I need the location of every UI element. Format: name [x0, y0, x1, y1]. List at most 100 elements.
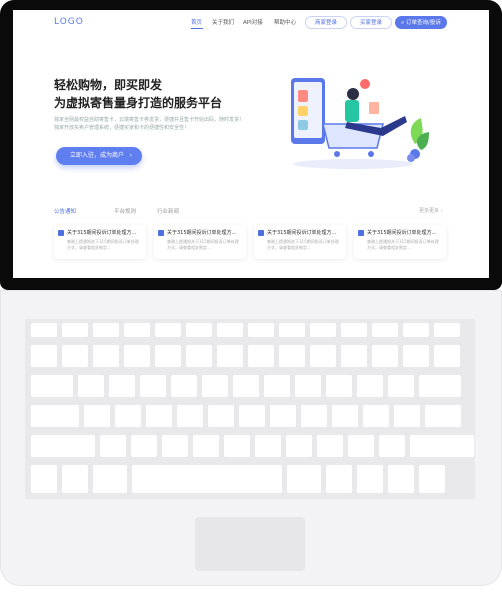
keyboard-key	[434, 345, 460, 367]
keyboard-key	[31, 375, 73, 397]
keyboard-key	[310, 345, 336, 367]
keyboard-key	[93, 465, 127, 493]
keyboard-key	[202, 375, 228, 397]
keyboard-key	[100, 435, 126, 457]
keyboard-key	[84, 405, 110, 427]
notice-card-body: 感谢上提通知关于315期间投诉订单处理方式，请查看相关制定...	[267, 239, 339, 250]
keyboard-key	[186, 323, 212, 337]
check-icon	[58, 230, 64, 236]
hero-title-line1: 轻松购物，即买即发	[54, 78, 163, 92]
keyboard-key	[295, 375, 321, 397]
laptop-lid: LOGO 首页 关于我们 API对接 帮助中心 商家登录 买家登录 ⌕ 订单查询…	[0, 0, 502, 290]
notice-card[interactable]: 关于315期间投诉订单处理方... 感谢上提通知关于315期间投诉订单处理方式，…	[154, 225, 246, 259]
check-icon	[358, 230, 364, 236]
keyboard-key	[62, 345, 88, 367]
laptop-base	[0, 290, 502, 586]
order-query-button[interactable]: ⌕ 订单查询/投诉	[395, 16, 447, 29]
keyboard	[25, 319, 475, 499]
keyboard-key	[286, 435, 312, 457]
notice-card[interactable]: 关于315期间投诉订单处理方... 感谢上提通知关于315期间投诉订单处理方式，…	[254, 225, 346, 259]
keyboard-key	[410, 435, 474, 457]
tab-news[interactable]: 行业新闻	[157, 207, 179, 215]
notice-card-title: 关于315期间投诉订单处理方...	[167, 230, 237, 236]
top-nav: LOGO 首页 关于我们 API对接 帮助中心 商家登录 买家登录 ⌕ 订单查询…	[13, 10, 489, 36]
keyboard-key	[255, 435, 281, 457]
keyboard-key	[279, 323, 305, 337]
nav-help[interactable]: 帮助中心	[274, 18, 296, 26]
keyboard-key	[372, 345, 398, 367]
trackpad[interactable]	[195, 517, 305, 571]
keyboard-key	[155, 345, 181, 367]
keyboard-key	[341, 323, 367, 337]
keyboard-key	[341, 345, 367, 367]
hero-title-line2: 为虚拟寄售量身打造的服务平台	[54, 96, 223, 110]
keyboard-key	[146, 405, 172, 427]
hero-subtitle-line2: 独家开放买卖户管理系统，便捷买家和卡的便捷性和安全性！	[54, 125, 190, 131]
notice-card[interactable]: 关于315期间投诉订单处理方... 感谢上提通知关于315期间投诉订单处理方式，…	[54, 225, 146, 259]
merchant-login-button[interactable]: 商家登录	[305, 16, 347, 29]
nav-active-indicator	[191, 28, 203, 29]
keyboard-key	[310, 323, 336, 337]
nav-home[interactable]: 首页	[191, 18, 202, 26]
arrow-right-icon: ›	[129, 152, 132, 159]
notice-card-title: 关于315期间投诉订单处理方...	[367, 230, 437, 236]
keyboard-key	[419, 375, 461, 397]
keyboard-key	[62, 465, 88, 493]
keyboard-key	[248, 323, 274, 337]
keyboard-key	[363, 405, 389, 427]
notice-card[interactable]: 关于315期间投诉订单处理方... 感谢上提通知关于315期间投诉订单处理方式，…	[354, 225, 446, 259]
keyboard-key	[62, 323, 88, 337]
keyboard-key	[31, 345, 57, 367]
keyboard-key	[357, 465, 383, 493]
join-merchant-button[interactable]: 立即入驻，成为商户 ›	[56, 147, 142, 165]
check-icon	[158, 230, 164, 236]
keyboard-key	[217, 345, 243, 367]
keyboard-key	[394, 405, 420, 427]
laptop-mockup: LOGO 首页 关于我们 API对接 帮助中心 商家登录 买家登录 ⌕ 订单查询…	[0, 0, 502, 600]
nav-api[interactable]: API对接	[243, 18, 263, 26]
tab-announcements[interactable]: 公告通知	[54, 207, 76, 215]
site-logo[interactable]: LOGO	[54, 17, 84, 27]
keyboard-key	[372, 323, 398, 337]
keyboard-key	[348, 435, 374, 457]
keyboard-key	[31, 323, 57, 337]
notice-card-title: 关于315期间投诉订单处理方...	[267, 230, 337, 236]
keyboard-key	[140, 375, 166, 397]
notice-card-body: 感谢上提通知关于315期间投诉订单处理方式，请查看相关制定...	[367, 239, 439, 250]
keyboard-key	[155, 323, 181, 337]
keyboard-key	[264, 375, 290, 397]
keyboard-key	[434, 323, 460, 337]
keyboard-key	[217, 323, 243, 337]
keyboard-key	[31, 435, 95, 457]
more-link[interactable]: 更多更多 ›	[419, 207, 443, 214]
keyboard-key	[326, 465, 352, 493]
keyboard-key	[287, 465, 321, 493]
keyboard-key	[124, 323, 150, 337]
keyboard-key	[132, 465, 282, 493]
tab-rules[interactable]: 平台规则	[114, 207, 136, 215]
shopping-cart-illustration	[291, 78, 429, 169]
keyboard-key	[233, 375, 259, 397]
nav-about[interactable]: 关于我们	[212, 18, 234, 26]
keyboard-key	[162, 435, 188, 457]
notice-card-title: 关于315期间投诉订单处理方...	[67, 230, 137, 236]
keyboard-key	[109, 375, 135, 397]
keyboard-key	[78, 375, 104, 397]
keyboard-key	[301, 405, 327, 427]
keyboard-key	[171, 375, 197, 397]
keyboard-key	[419, 465, 445, 493]
keyboard-key	[425, 405, 461, 427]
keyboard-key	[403, 323, 429, 337]
keyboard-key	[31, 405, 79, 427]
keyboard-key	[186, 345, 212, 367]
keyboard-key	[193, 435, 219, 457]
check-icon	[258, 230, 264, 236]
keyboard-key	[115, 405, 141, 427]
keyboard-key	[131, 435, 157, 457]
keyboard-key	[93, 323, 119, 337]
keyboard-key	[332, 405, 358, 427]
keyboard-key	[317, 435, 343, 457]
buyer-login-button[interactable]: 买家登录	[350, 16, 392, 29]
keyboard-key	[379, 435, 405, 457]
keyboard-key	[388, 465, 414, 493]
